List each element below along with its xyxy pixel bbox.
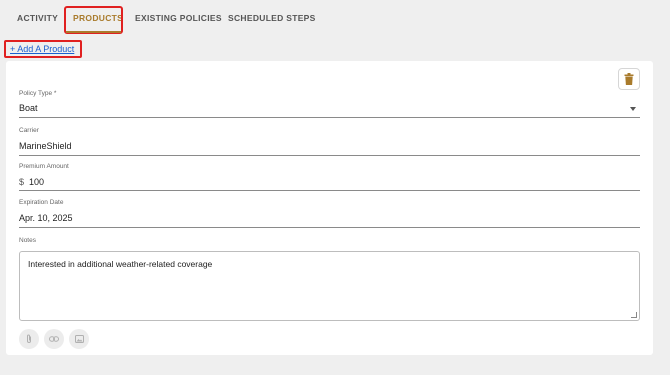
insert-link-button[interactable] [44, 329, 64, 349]
notes-text: Interested in additional weather-related… [28, 259, 213, 269]
notes-label: Notes [19, 237, 36, 244]
currency-symbol: $ [19, 177, 25, 187]
carrier-underline [19, 155, 640, 156]
carrier-label: Carrier [19, 127, 39, 134]
premium-amount-label: Premium Amount [19, 163, 69, 170]
chevron-down-icon[interactable] [630, 107, 636, 111]
active-tab-indicator [66, 31, 121, 33]
notes-textarea[interactable]: Interested in additional weather-related… [19, 251, 640, 321]
link-icon [49, 336, 59, 342]
tab-existing-policies[interactable]: EXISTING POLICIES [135, 13, 222, 23]
carrier-field[interactable]: MarineShield [19, 141, 72, 151]
insert-image-button[interactable] [69, 329, 89, 349]
attach-file-button[interactable] [19, 329, 39, 349]
image-icon [74, 335, 84, 343]
add-product-link[interactable]: + Add A Product [10, 44, 74, 54]
policy-type-select[interactable]: Boat [19, 103, 38, 113]
policy-type-underline [19, 117, 640, 118]
expiration-date-underline [19, 227, 640, 228]
product-card: Policy Type * Boat Carrier MarineShield … [6, 61, 653, 355]
delete-product-button[interactable] [618, 68, 640, 90]
paperclip-icon [27, 334, 31, 343]
premium-amount-field[interactable]: 100 [29, 177, 44, 187]
tab-products-highlight [64, 6, 123, 34]
tab-bar: ACTIVITY PRODUCTS EXISTING POLICIES SCHE… [0, 0, 670, 36]
policy-type-label: Policy Type * [19, 90, 57, 97]
resize-handle-icon[interactable] [631, 312, 637, 318]
premium-amount-underline [19, 190, 640, 191]
tab-activity[interactable]: ACTIVITY [17, 13, 58, 23]
expiration-date-label: Expiration Date [19, 199, 64, 206]
trash-icon [624, 73, 634, 85]
tab-scheduled-steps[interactable]: SCHEDULED STEPS [228, 13, 316, 23]
expiration-date-field[interactable]: Apr. 10, 2025 [19, 213, 73, 223]
